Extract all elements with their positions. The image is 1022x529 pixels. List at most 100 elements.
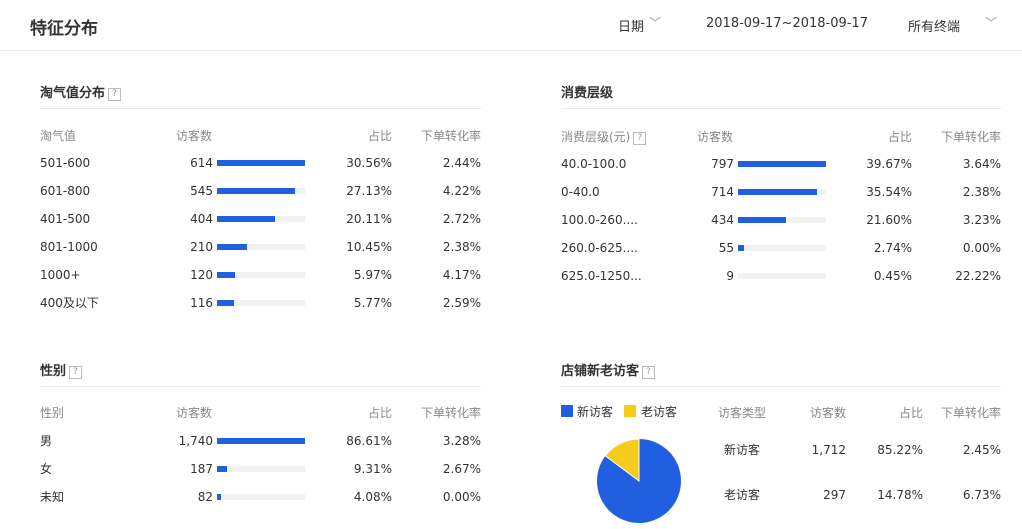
conversion-rate: 0.00% [442,490,481,504]
chevron-down-icon[interactable]: ﹀ [985,14,997,31]
conversion-rate: 2.38% [962,185,1001,199]
top-bar: 特征分布 日期 ﹀ 2018-09-17~2018-09-17 所有终端 ﹀ [0,0,1022,51]
table-row: 100.0-260.... 434 21.60% 3.23% [561,211,1001,229]
table-row: 0-40.0 714 35.54% 2.38% [561,183,1001,201]
column-header: 下单转化率 [940,406,1001,420]
column-header: 消费层级(元)? [561,128,647,146]
conversion-rate: 2.44% [442,156,481,170]
divider [40,386,481,387]
help-icon[interactable]: ? [69,366,83,379]
conversion-rate: 3.23% [962,213,1001,227]
bar-fill [217,438,305,444]
divider [561,108,1001,109]
bar-track [738,161,826,167]
table-row: 新访客 1,712 85.22% 2.45% [718,441,1001,459]
share-percent: 30.56% [346,156,392,170]
visitor-count: 297 [823,488,846,502]
conversion-rate: 2.45% [962,443,1001,457]
column-header: 访客数 [809,406,846,420]
bar-fill [217,160,305,166]
table-row: 老访客 297 14.78% 6.73% [718,486,1001,504]
legend-label-old[interactable]: 老访客 [641,405,677,419]
bar-track [217,466,305,472]
conversion-rate: 2.72% [442,212,481,226]
column-header: 占比 [898,406,923,420]
column-header: 占比 [887,130,912,144]
visitor-count: 210 [190,240,213,254]
help-icon[interactable]: ? [642,366,656,379]
row-label: 100.0-260.... [561,213,638,227]
share-percent: 86.61% [346,434,392,448]
conversion-rate: 3.64% [962,157,1001,171]
share-percent: 21.60% [866,213,912,227]
table-row: 400及以下 116 5.77% 2.59% [40,294,481,312]
legend-swatch-old [624,405,636,417]
row-label: 0-40.0 [561,185,600,199]
newold-panel: 店铺新老访客? 新访客 老访客 访客类型 访客数 占比 下单转化率 新访客 1,7… [561,360,1001,525]
share-percent: 2.74% [873,241,912,255]
bar-track [217,216,305,222]
row-label: 400及以下 [40,296,99,310]
help-icon[interactable]: ? [633,132,647,145]
bar-track [217,160,305,166]
share-percent: 9.31% [353,462,392,476]
date-selector[interactable]: 日期 [618,16,644,35]
panel-title: 性别? [40,360,83,379]
bar-track [217,494,305,500]
row-label: 501-600 [40,156,91,170]
share-percent: 39.67% [866,157,912,171]
bar-fill [738,161,826,167]
visitor-count: 404 [190,212,213,226]
table-row: 40.0-100.0 797 39.67% 3.64% [561,155,1001,173]
help-icon[interactable]: ? [108,88,122,101]
table-header: 消费层级(元)? 访客数 占比 下单转化率 [561,128,1001,146]
conversion-rate: 4.17% [442,268,481,282]
table-row: 260.0-625.... 55 2.74% 0.00% [561,239,1001,257]
visitor-pie-chart [597,438,681,523]
visitor-count: 434 [711,213,734,227]
bar-fill [217,244,247,250]
column-header: 访客类型 [718,406,767,420]
row-label: 老访客 [724,488,761,502]
bar-fill [217,272,235,278]
bar-fill [217,300,234,306]
divider [561,386,1001,387]
conversion-rate: 3.28% [442,434,481,448]
taoqi-panel: 淘气值分布? 淘气值 访客数 占比 下单转化率 501-600 614 30.56%… [40,82,481,322]
visitor-count: 55 [718,241,734,255]
table-row: 未知 82 4.08% 0.00% [40,488,481,506]
row-label: 625.0-1250... [561,269,642,283]
visitor-count: 714 [711,185,734,199]
chevron-down-icon[interactable]: ﹀ [649,14,661,31]
bar-track [217,300,305,306]
table-row: 女 187 9.31% 2.67% [40,460,481,478]
column-header: 访客数 [697,130,734,144]
table-header: 访客类型 访客数 占比 下单转化率 [718,404,1001,422]
panel-title: 店铺新老访客? [561,360,656,379]
column-header: 性别 [40,406,65,420]
visitor-count: 9 [726,269,734,283]
conversion-rate: 2.38% [442,240,481,254]
visitor-count: 1,740 [178,434,213,448]
bar-fill [217,466,227,472]
share-percent: 20.11% [346,212,392,226]
visitor-count: 1,712 [811,443,846,457]
row-label: 男 [40,434,53,448]
visitor-count: 797 [711,157,734,171]
terminal-selector[interactable]: 所有终端 [908,16,960,35]
bar-fill [738,245,745,251]
share-percent: 85.22% [877,443,923,457]
row-label: 40.0-100.0 [561,157,627,171]
row-label: 未知 [40,490,65,504]
legend-label-new[interactable]: 新访客 [577,405,613,419]
gender-panel: 性别? 性别 访客数 占比 下单转化率 男 1,740 86.61% 3.28% 女 18… [40,360,481,520]
share-percent: 10.45% [346,240,392,254]
date-range-text[interactable]: 2018-09-17~2018-09-17 [706,16,868,31]
row-label: 女 [40,462,53,476]
column-header: 下单转化率 [420,129,481,143]
divider [40,108,481,109]
table-header: 淘气值 访客数 占比 下单转化率 [40,127,481,145]
visitor-count: 120 [190,268,213,282]
table-row: 801-1000 210 10.45% 2.38% [40,238,481,256]
conversion-rate: 22.22% [955,269,1001,283]
